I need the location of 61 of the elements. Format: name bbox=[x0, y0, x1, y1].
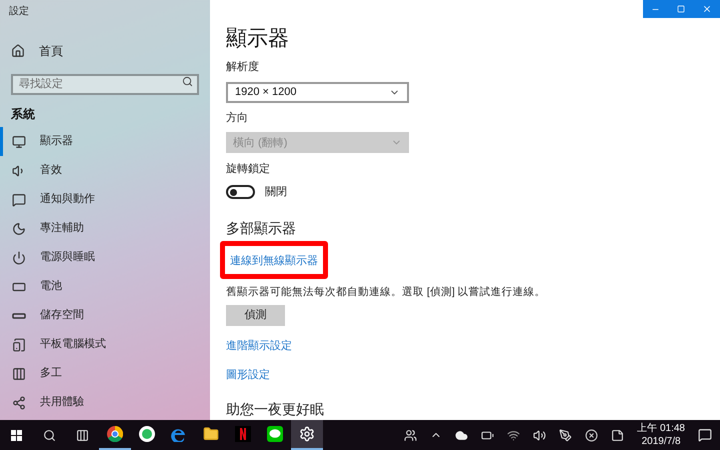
field-label: 方向 bbox=[226, 110, 248, 126]
note-icon[interactable] bbox=[611, 428, 624, 442]
search-icon[interactable] bbox=[43, 428, 56, 442]
speaker-icon[interactable] bbox=[533, 428, 546, 442]
battery-icon[interactable] bbox=[481, 428, 494, 442]
home-link[interactable]: 首頁 bbox=[39, 42, 63, 60]
page-title: 顯示器 bbox=[226, 26, 289, 52]
toggle-state: 關閉 bbox=[265, 184, 287, 200]
clock-date[interactable]: 2019/7/8 bbox=[642, 435, 681, 448]
n-logo-icon bbox=[235, 426, 251, 442]
section-heading: 助您一夜更好眠 bbox=[226, 400, 324, 419]
sidebar-item[interactable]: 電源與睡眠 bbox=[0, 243, 210, 272]
close-icon[interactable] bbox=[702, 4, 712, 14]
monitor-icon bbox=[12, 134, 26, 148]
dropdown[interactable]: 1920 × 1200 bbox=[226, 82, 409, 103]
sidebar-item[interactable]: 專注輔助 bbox=[0, 214, 210, 243]
settings-link[interactable]: 圖形設定 bbox=[226, 366, 270, 383]
window-title: 設定 bbox=[8, 4, 30, 19]
tablet-icon bbox=[12, 338, 26, 352]
multitask-icon bbox=[12, 366, 26, 380]
sidebar-item[interactable]: 音效 bbox=[0, 156, 210, 185]
section-heading: 系統 bbox=[10, 106, 36, 123]
field-label: 旋轉鎖定 bbox=[226, 162, 270, 178]
sidebar-item[interactable]: 多工 bbox=[0, 359, 210, 388]
home-icon bbox=[11, 44, 25, 58]
search-field[interactable]: 尋找設定 bbox=[11, 74, 199, 94]
share-icon bbox=[12, 396, 26, 410]
settings-link[interactable]: 進階顯示設定 bbox=[226, 338, 292, 354]
cloud-icon[interactable] bbox=[455, 428, 468, 442]
clock-time[interactable]: 上午 01:48 bbox=[637, 422, 685, 435]
people-icon[interactable] bbox=[404, 428, 418, 442]
taskbar-app[interactable] bbox=[291, 420, 323, 450]
search-icon bbox=[182, 76, 193, 87]
sidebar-item[interactable]: 電池 bbox=[0, 272, 210, 301]
settings-icon bbox=[299, 426, 315, 442]
storage-icon bbox=[12, 312, 26, 318]
folder-icon bbox=[203, 426, 219, 442]
toggle-switch[interactable] bbox=[226, 185, 255, 199]
elephant-logo-icon bbox=[139, 426, 155, 442]
field-label: 解析度 bbox=[226, 60, 259, 76]
pen-icon[interactable] bbox=[559, 428, 572, 442]
wireless-display-link[interactable]: 連線到無線顯示器 bbox=[230, 255, 318, 268]
moon-icon bbox=[12, 222, 26, 236]
info-text: 舊顯示器可能無法每次都自動連線。選取 [偵測] 以嘗試進行連線。 bbox=[226, 285, 546, 300]
e-logo-icon bbox=[171, 426, 187, 442]
x-circle-icon[interactable] bbox=[585, 428, 598, 442]
windows-logo-icon[interactable] bbox=[11, 430, 22, 440]
sidebar-item[interactable]: 共用體驗 bbox=[0, 388, 210, 417]
sidebar-item[interactable]: 平板電腦模式 bbox=[0, 330, 210, 359]
restore-icon[interactable] bbox=[676, 5, 685, 13]
notification-icon[interactable] bbox=[698, 428, 712, 442]
power-icon bbox=[12, 250, 26, 264]
sidebar-item[interactable]: 通知與動作 bbox=[0, 185, 210, 214]
task-view-icon[interactable] bbox=[76, 428, 89, 442]
message-icon bbox=[12, 192, 26, 206]
wifi-icon[interactable] bbox=[507, 428, 520, 442]
chat-logo-icon bbox=[267, 426, 283, 442]
chrome-icon bbox=[107, 426, 123, 442]
detect-button[interactable]: 偵測 bbox=[226, 305, 285, 326]
section-heading: 多部顯示器 bbox=[226, 219, 296, 238]
sidebar-item[interactable]: 儲存空間 bbox=[0, 301, 210, 330]
